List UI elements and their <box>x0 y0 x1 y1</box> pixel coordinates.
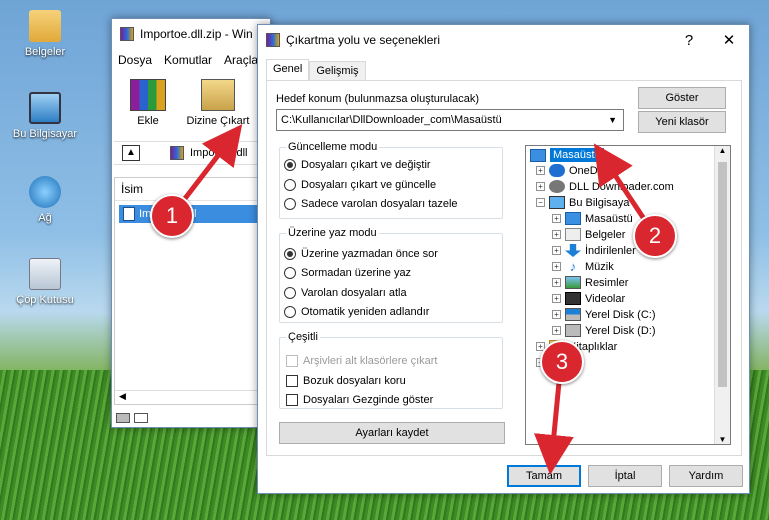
arrow-3 <box>534 371 574 475</box>
step-badge-2: 2 <box>633 214 677 258</box>
step-badge-1: 1 <box>150 194 194 238</box>
annotation-arrows <box>178 124 653 475</box>
step-badge-3: 3 <box>540 340 584 384</box>
arrow-1 <box>178 124 243 207</box>
